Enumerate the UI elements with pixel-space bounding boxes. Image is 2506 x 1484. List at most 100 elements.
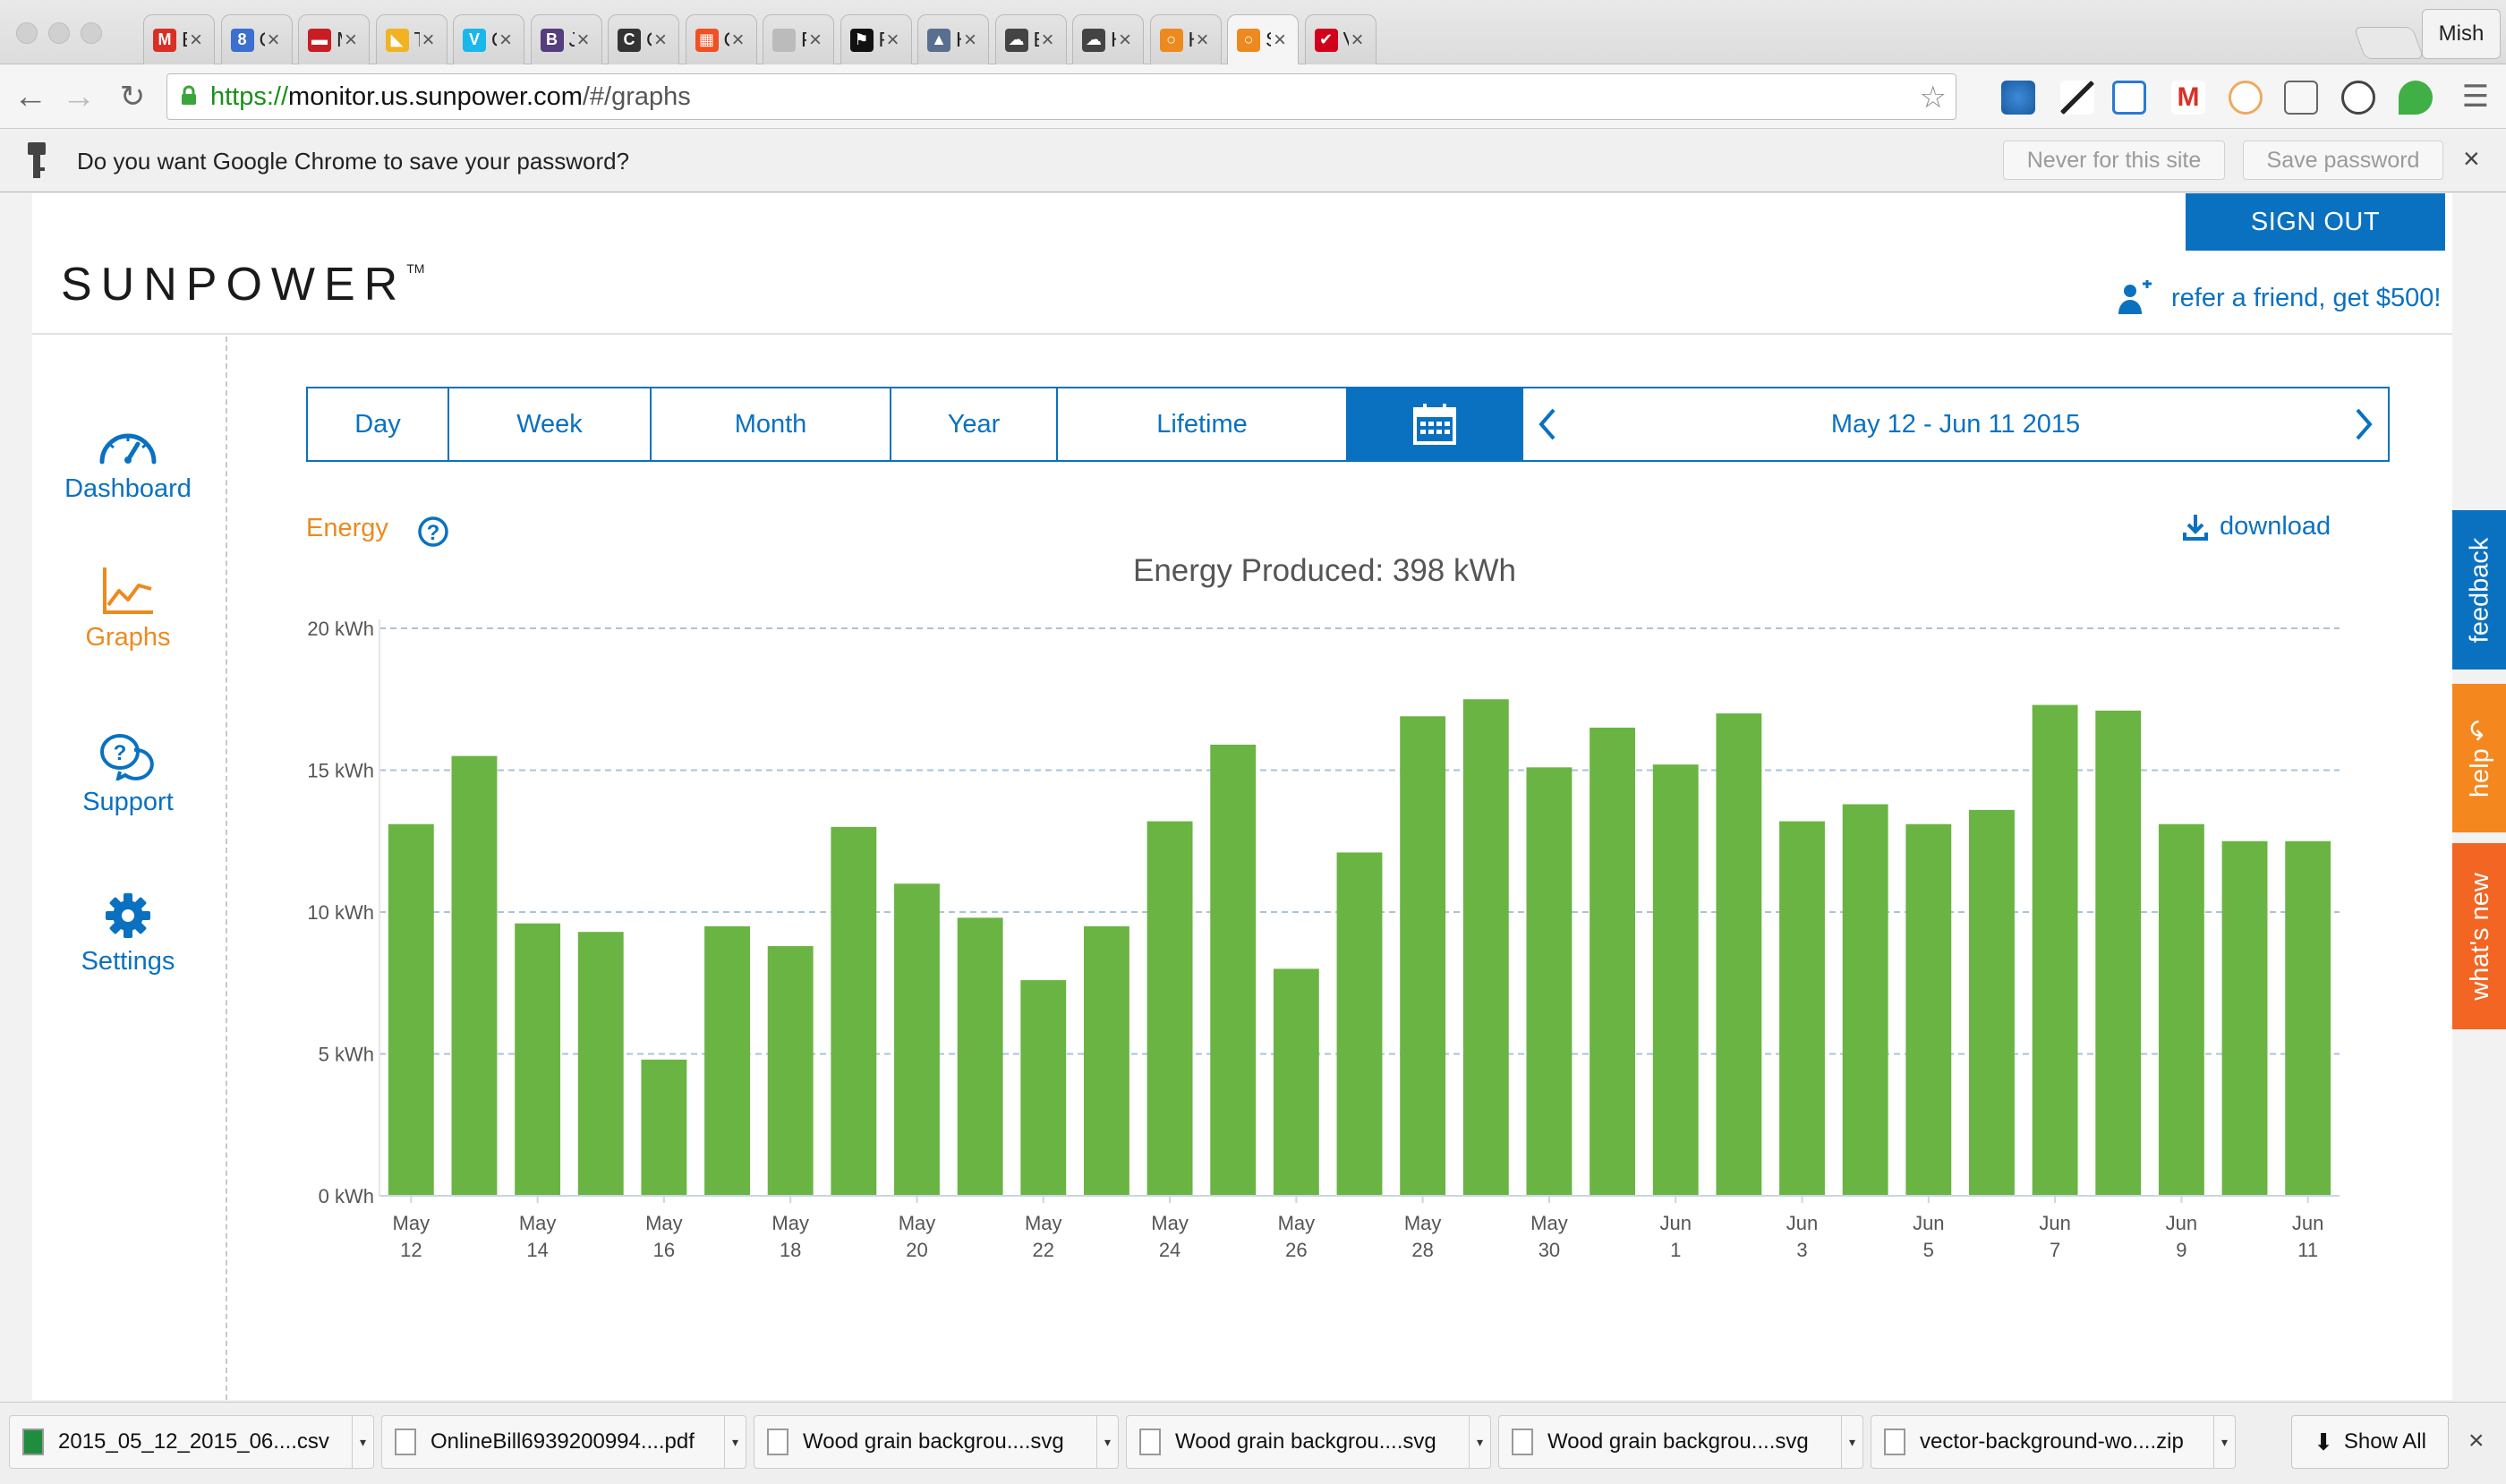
browser-tab[interactable]: VOmn× bbox=[453, 14, 524, 64]
browser-tab[interactable]: CClos× bbox=[608, 14, 679, 64]
close-tab-icon[interactable]: × bbox=[884, 28, 902, 53]
calendar-button[interactable] bbox=[1348, 388, 1523, 460]
close-tab-icon[interactable]: × bbox=[1194, 28, 1212, 53]
show-all-downloads-button[interactable]: ⬇ Show All bbox=[2291, 1415, 2449, 1469]
download-item[interactable]: Wood grain backgrou....svg ▾ bbox=[1126, 1415, 1491, 1469]
close-tab-icon[interactable]: × bbox=[575, 28, 592, 53]
close-tab-icon[interactable]: × bbox=[729, 28, 747, 53]
bar[interactable] bbox=[1652, 764, 1699, 1196]
sunpower-logo[interactable]: SUNPOWERTM bbox=[61, 258, 424, 311]
close-tab-icon[interactable]: × bbox=[265, 28, 283, 53]
bar[interactable] bbox=[704, 925, 750, 1196]
close-tab-icon[interactable]: × bbox=[342, 28, 360, 53]
download-item[interactable]: Wood grain backgrou....svg ▾ bbox=[1498, 1415, 1863, 1469]
bar[interactable] bbox=[1905, 823, 1952, 1196]
browser-tab[interactable]: ☁High× bbox=[1072, 14, 1144, 64]
close-tab-icon[interactable]: × bbox=[1271, 28, 1289, 53]
close-tab-icon[interactable]: × bbox=[652, 28, 669, 53]
browser-tab[interactable]: ○SunF× bbox=[1227, 14, 1299, 64]
download-menu-icon[interactable]: ▾ bbox=[352, 1416, 373, 1468]
bar[interactable] bbox=[388, 823, 434, 1196]
sidebar-item-graphs[interactable]: Graphs bbox=[50, 566, 206, 652]
close-tab-icon[interactable]: × bbox=[497, 28, 515, 53]
bar[interactable] bbox=[577, 932, 624, 1196]
close-tab-icon[interactable]: × bbox=[806, 28, 824, 53]
bar[interactable] bbox=[1716, 713, 1762, 1196]
back-arrow-icon[interactable]: ← bbox=[11, 77, 50, 116]
close-tab-icon[interactable]: × bbox=[1116, 28, 1134, 53]
browser-tab[interactable]: ▲High× bbox=[917, 14, 989, 64]
browser-tab[interactable]: ▬McF× bbox=[298, 14, 370, 64]
feedback-tab[interactable]: feedback bbox=[2452, 510, 2506, 670]
bar[interactable] bbox=[1779, 821, 1825, 1196]
onepassword-extension-icon[interactable] bbox=[2341, 81, 2375, 115]
bar[interactable] bbox=[1083, 925, 1129, 1196]
download-item[interactable]: OnlineBill6939200994....pdf ▾ bbox=[381, 1415, 746, 1469]
minimize-window-light[interactable] bbox=[48, 22, 70, 44]
bar[interactable] bbox=[957, 917, 1003, 1196]
bar[interactable] bbox=[2285, 840, 2331, 1196]
bar[interactable] bbox=[1146, 821, 1193, 1196]
browser-tab[interactable]: BJava× bbox=[530, 14, 602, 64]
close-tab-icon[interactable]: × bbox=[1039, 28, 1057, 53]
bar[interactable] bbox=[1462, 699, 1509, 1196]
download-item[interactable]: Wood grain backgrou....svg ▾ bbox=[754, 1415, 1119, 1469]
browser-tab[interactable]: ▦Crea× bbox=[685, 14, 757, 64]
whats-new-tab[interactable]: what's new bbox=[2452, 843, 2506, 1029]
browser-tab[interactable]: ✔View× bbox=[1304, 14, 1377, 64]
bar[interactable] bbox=[2032, 704, 2078, 1196]
bar[interactable] bbox=[1969, 809, 2015, 1196]
save-password-button[interactable]: Save password bbox=[2243, 141, 2443, 180]
bar[interactable] bbox=[2221, 840, 2268, 1196]
bar[interactable] bbox=[1210, 744, 1257, 1196]
bar[interactable] bbox=[767, 946, 814, 1196]
download-item[interactable]: vector-background-wo....zip ▾ bbox=[1871, 1415, 2236, 1469]
bar[interactable] bbox=[831, 826, 877, 1196]
bar[interactable] bbox=[1273, 968, 1319, 1196]
bar[interactable] bbox=[2158, 823, 2204, 1196]
refer-friend-link[interactable]: refer a friend, get $500! bbox=[2116, 277, 2441, 319]
browser-tab[interactable]: Pars× bbox=[763, 14, 834, 64]
menu-icon[interactable]: ☰ bbox=[2456, 77, 2495, 116]
chevron-left-icon[interactable] bbox=[1536, 406, 1559, 442]
download-menu-icon[interactable]: ▾ bbox=[2213, 1416, 2235, 1468]
tab-lifetime[interactable]: Lifetime bbox=[1058, 388, 1348, 460]
download-item[interactable]: 2015_05_12_2015_06....csv ▾ bbox=[9, 1415, 374, 1469]
browser-tab[interactable]: ○Hom× bbox=[1149, 14, 1222, 64]
globe-extension-icon[interactable] bbox=[2001, 81, 2035, 115]
close-window-light[interactable] bbox=[16, 22, 38, 44]
download-menu-icon[interactable]: ▾ bbox=[1096, 1416, 1118, 1468]
close-tab-icon[interactable]: × bbox=[961, 28, 979, 53]
download-link[interactable]: download bbox=[2182, 512, 2331, 542]
browser-tab[interactable]: ⚑Font× bbox=[840, 14, 912, 64]
sign-out-button[interactable]: SIGN OUT bbox=[2186, 193, 2445, 251]
browser-tab[interactable]: ☁Edit× bbox=[994, 14, 1067, 64]
new-tab-button[interactable] bbox=[2353, 27, 2425, 59]
close-tab-icon[interactable]: × bbox=[1349, 28, 1367, 53]
bar[interactable] bbox=[894, 883, 940, 1196]
tab-year[interactable]: Year bbox=[891, 388, 1058, 460]
bar[interactable] bbox=[1020, 980, 1067, 1196]
signature-extension-icon[interactable] bbox=[2284, 81, 2318, 115]
bookmark-star-icon[interactable]: ☆ bbox=[1920, 80, 1947, 115]
download-menu-icon[interactable]: ▾ bbox=[1469, 1416, 1490, 1468]
bar[interactable] bbox=[1590, 727, 1636, 1196]
tab-day[interactable]: Day bbox=[308, 388, 449, 460]
address-bar[interactable]: https://monitor.us.sunpower.com/#/graphs… bbox=[166, 73, 1956, 120]
tab-month[interactable]: Month bbox=[652, 388, 891, 460]
close-downloads-icon[interactable]: × bbox=[2468, 1426, 2485, 1456]
browser-tab[interactable]: MBeer× bbox=[143, 14, 215, 64]
rss-extension-icon[interactable] bbox=[2229, 81, 2263, 115]
help-tab[interactable]: help ↶ bbox=[2452, 684, 2506, 832]
bar[interactable] bbox=[451, 755, 498, 1196]
bar[interactable] bbox=[2095, 710, 2142, 1196]
help-question-icon[interactable]: ? bbox=[417, 516, 449, 548]
browser-tab[interactable]: 8Goog× bbox=[220, 14, 293, 64]
close-tab-icon[interactable]: × bbox=[420, 28, 438, 53]
bar[interactable] bbox=[641, 1059, 687, 1196]
bar[interactable] bbox=[1400, 716, 1446, 1196]
close-icon[interactable]: × bbox=[2463, 142, 2480, 175]
sidebar-item-dashboard[interactable]: Dashboard bbox=[50, 424, 206, 504]
eyedropper-extension-icon[interactable] bbox=[2060, 81, 2094, 115]
screenshot-extension-icon[interactable] bbox=[2112, 81, 2146, 115]
